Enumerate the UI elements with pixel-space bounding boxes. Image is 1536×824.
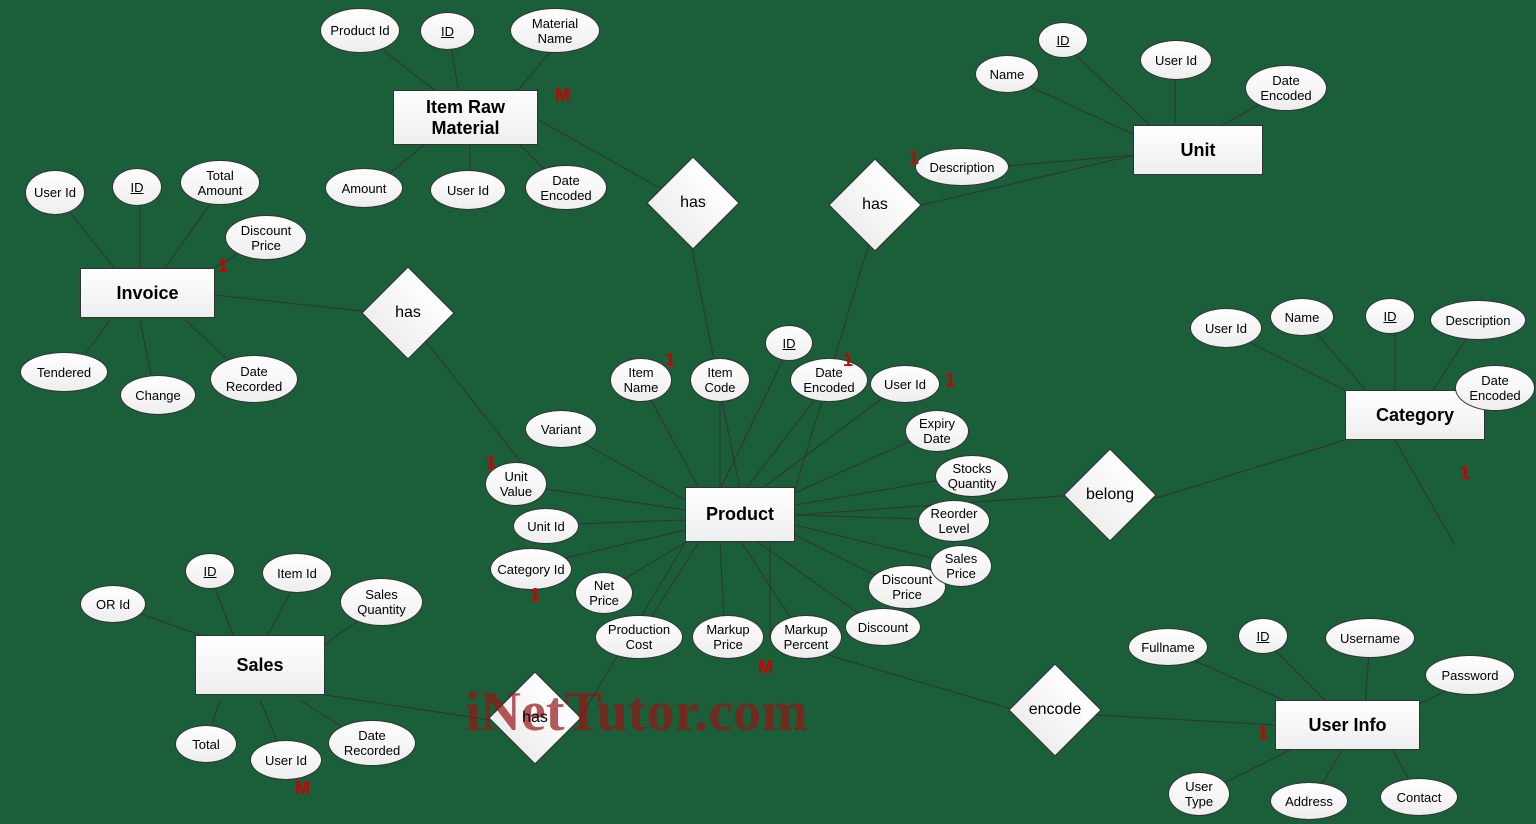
attr-cat-user-id: User Id <box>1190 308 1262 348</box>
attr-s-total: Total <box>175 725 237 763</box>
entity-product: Product <box>685 487 795 542</box>
attr-p-expiry: Expiry Date <box>905 410 969 452</box>
attr-cat-name: Name <box>1270 298 1334 336</box>
card-1: 1 <box>665 350 675 371</box>
attr-cat-desc: Description <box>1430 300 1526 340</box>
attr-cat-date-encoded: Date Encoded <box>1455 365 1535 411</box>
entity-user-info: User Info <box>1275 700 1420 750</box>
attr-u-address: Address <box>1270 782 1348 820</box>
attr-inv-tendered: Tendered <box>20 352 108 392</box>
card-1: 1 <box>1460 463 1470 484</box>
attr-p-net-price: Net Price <box>575 572 633 614</box>
rel-has-invoice: has <box>363 283 453 343</box>
attr-p-markup-pct: Markup Percent <box>770 615 842 659</box>
attr-un-id: ID <box>1038 22 1088 58</box>
card-m: M <box>295 778 310 799</box>
attr-inv-user-id: User Id <box>25 170 85 215</box>
attr-un-name: Name <box>975 55 1039 93</box>
card-1: 1 <box>486 453 496 474</box>
attr-p-prod-cost: Production Cost <box>595 615 683 659</box>
attr-p-reorder: Reorder Level <box>918 500 990 542</box>
rel-has-unit: has <box>830 175 920 235</box>
attr-inv-date-recorded: Date Recorded <box>210 355 298 403</box>
attr-s-item-id: Item Id <box>262 553 332 593</box>
attr-p-item-name: Item Name <box>610 358 672 402</box>
attr-u-fullname: Fullname <box>1128 628 1208 666</box>
attr-un-date-encoded: Date Encoded <box>1245 65 1327 111</box>
entity-item-raw-material: Item Raw Material <box>393 90 538 145</box>
attr-p-id: ID <box>765 325 813 361</box>
attr-irm-product-id: Product Id <box>320 8 400 53</box>
card-1: 1 <box>1258 723 1268 744</box>
card-1: 1 <box>909 148 919 169</box>
attr-cat-id: ID <box>1365 298 1415 334</box>
rel-has-irm: has <box>648 173 738 233</box>
attr-inv-change: Change <box>120 375 196 415</box>
attr-p-stocks: Stocks Quantity <box>935 455 1009 497</box>
attr-p-variant: Variant <box>525 410 597 448</box>
card-1: 1 <box>843 350 853 371</box>
watermark: iNetTutor.com <box>465 680 808 744</box>
attr-u-username: Username <box>1325 618 1415 658</box>
attr-p-item-code: Item Code <box>690 358 750 402</box>
attr-irm-id: ID <box>420 12 475 50</box>
attr-u-id: ID <box>1238 618 1288 654</box>
attr-s-id: ID <box>185 553 235 589</box>
attr-s-user-id: User Id <box>250 740 322 780</box>
attr-s-date-recorded: Date Recorded <box>328 720 416 766</box>
attr-p-user-id: User Id <box>870 365 940 403</box>
attr-irm-material-name: Material Name <box>510 8 600 53</box>
card-1: 1 <box>218 256 228 277</box>
attr-inv-discount-price: Discount Price <box>225 215 307 260</box>
attr-inv-id: ID <box>112 168 162 206</box>
attr-un-desc: Description <box>915 148 1009 186</box>
attr-inv-total-amount: Total Amount <box>180 160 260 205</box>
entity-invoice: Invoice <box>80 268 215 318</box>
card-m: M <box>758 657 773 678</box>
attr-p-markup-price: Markup Price <box>692 615 764 659</box>
attr-s-sales-qty: Sales Quantity <box>340 578 423 626</box>
attr-u-user-type: User Type <box>1168 772 1230 816</box>
attr-u-password: Password <box>1425 655 1515 695</box>
attr-p-sales-price: Sales Price <box>930 545 992 587</box>
attr-irm-date-encoded: Date Encoded <box>525 165 607 210</box>
attr-p-date-encoded: Date Encoded <box>790 358 868 402</box>
attr-irm-amount: Amount <box>325 168 403 208</box>
attr-un-user-id: User Id <box>1140 40 1212 80</box>
entity-unit: Unit <box>1133 125 1263 175</box>
card-m: M <box>555 85 570 106</box>
entity-sales: Sales <box>195 635 325 695</box>
attr-p-discount: Discount <box>845 608 921 646</box>
attr-p-unit-id: Unit Id <box>513 508 579 544</box>
attr-s-or-id: OR Id <box>80 585 146 623</box>
attr-p-category-id: Category Id <box>490 548 572 590</box>
card-1: 1 <box>945 370 955 391</box>
rel-encode: encode <box>1010 680 1100 740</box>
card-1: 1 <box>530 585 540 606</box>
attr-u-contact: Contact <box>1380 778 1458 816</box>
attr-irm-user-id: User Id <box>430 170 506 210</box>
rel-belong: belong <box>1065 465 1155 525</box>
